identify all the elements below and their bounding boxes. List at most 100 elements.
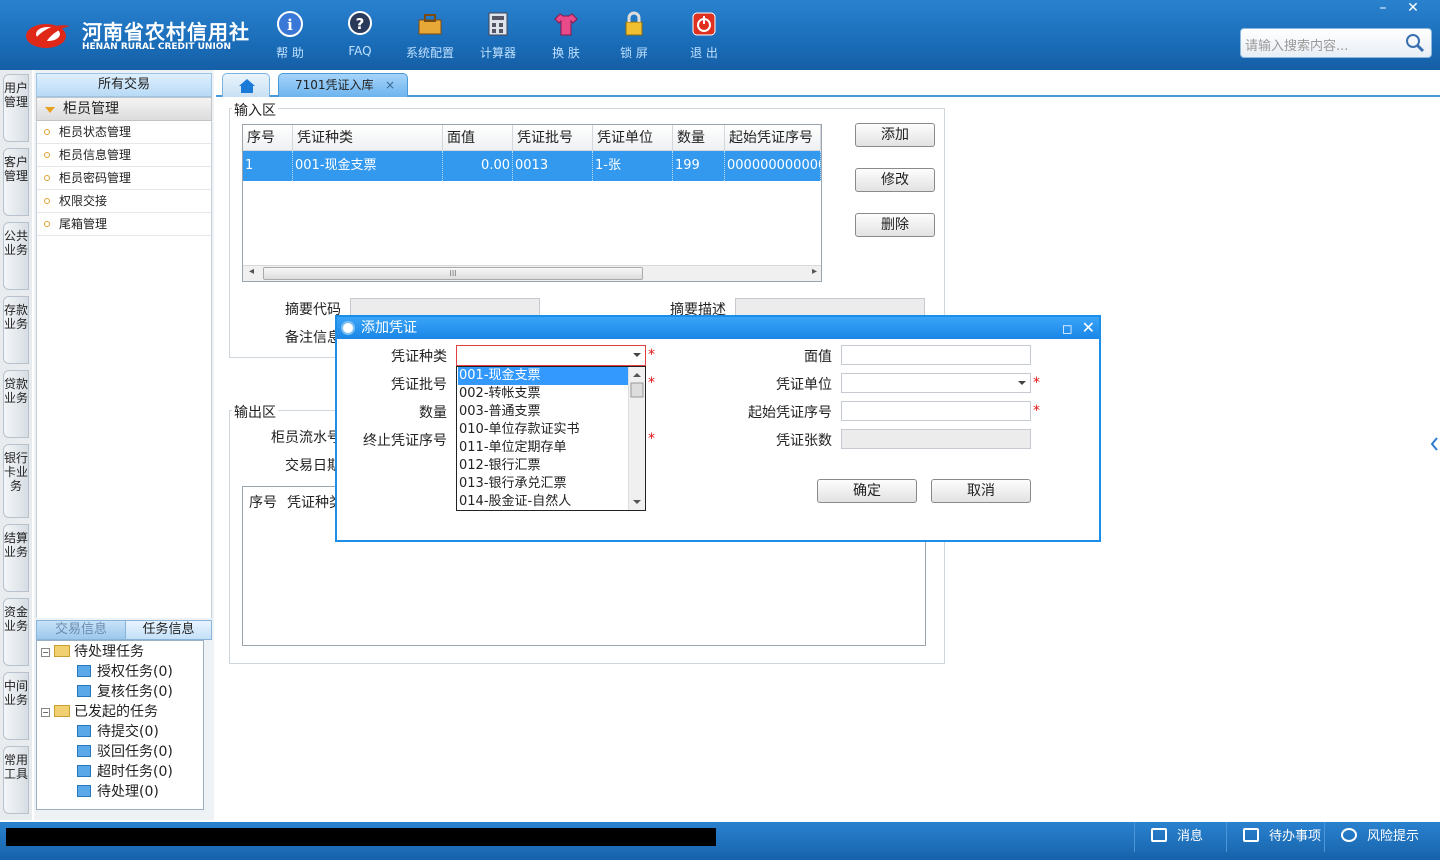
list-item-teller-status[interactable]: 柜员状态管理 [37,121,211,144]
toolbar-config-button[interactable]: 系统配置 [400,6,460,62]
close-window-button[interactable]: ✕ [1400,0,1426,18]
toolbar-lock-button[interactable]: 锁 屏 [604,6,664,62]
vtab-common-tools[interactable]: 常用工具 [3,746,29,814]
dropdown-option[interactable]: 002-转帐支票 [458,385,628,403]
list-item-permission-handover[interactable]: 权限交接 [37,190,211,213]
dialog-title-bar[interactable]: 添加凭证 ◻ ✕ [337,317,1099,339]
tree-node-initiated[interactable]: − 已发起的任务 [41,702,158,722]
voucher-unit-select[interactable] [841,373,1031,393]
tree-label: 超时任务(0) [97,764,173,780]
all-transactions-title: 所有交易 [36,73,212,97]
dropdown-option[interactable]: 011-单位定期存单 [458,439,628,457]
toolbar-faq-button[interactable]: ? FAQ [330,6,390,62]
task-panel-tabs: 交易信息 任务信息 [36,620,212,640]
cell: 001-现金支票 [293,151,443,181]
vtab-card-business[interactable]: 银行卡业务 [3,444,29,518]
expand-triangle-icon [45,107,55,113]
output-area-legend: 输出区 [232,402,278,422]
toolbar-label: 退 出 [690,46,718,60]
task-icon [77,725,91,737]
scroll-thumb[interactable]: III [263,267,643,280]
chevron-down-icon [1018,381,1026,385]
tab-task-info[interactable]: 任务信息 [125,621,211,639]
home-icon [239,79,255,93]
vtab-deposit-business[interactable]: 存款业务 [3,296,29,364]
vtab-fund-business[interactable]: 资金业务 [3,598,29,666]
voucher-type-select[interactable] [456,345,646,366]
toolbar-help-button[interactable]: i 帮 助 [260,6,320,62]
start-serial-field[interactable] [841,401,1031,421]
vtab-public-business[interactable]: 公共业务 [3,222,29,290]
tab-transaction-info[interactable]: 交易信息 [37,621,125,639]
scroll-left-icon[interactable]: ◂ [249,266,254,277]
dialog-app-icon [341,321,355,335]
vtab-loan-business[interactable]: 贷款业务 [3,370,29,438]
cancel-button[interactable]: 取消 [931,479,1031,503]
chevron-down-icon [633,353,641,357]
dropdown-scrollbar[interactable] [628,367,645,510]
list-item-teller-info[interactable]: 柜员信息管理 [37,144,211,167]
tab-voucher-storage[interactable]: 7101凭证入库 × [278,73,408,97]
confirm-button[interactable]: 确定 [817,479,917,503]
risk-alert-button[interactable]: 风险提示 [1324,822,1440,852]
delete-button[interactable]: 删除 [855,213,935,237]
tab-home[interactable] [222,73,270,97]
tree-node-pending[interactable]: − 待处理任务 [41,642,144,662]
dropdown-option[interactable]: 012-银行汇票 [458,457,628,475]
tree-node-to-submit[interactable]: 待提交(0) [77,722,159,742]
shirt-icon [554,13,578,36]
teller-management-group[interactable]: 柜员管理 [36,97,212,121]
tree-node-rejected[interactable]: 驳回任务(0) [77,742,173,762]
collapse-icon[interactable]: − [41,708,50,717]
list-item-tail-box[interactable]: 尾箱管理 [37,213,211,236]
list-item-label: 柜员密码管理 [59,171,132,185]
horizontal-scrollbar[interactable]: ◂ III ▸ [243,265,821,281]
vtab-settlement-business[interactable]: 结算业务 [3,524,29,592]
tree-node-timeout[interactable]: 超时任务(0) [77,762,173,782]
search-box[interactable]: 请输入搜索内容... [1240,28,1432,58]
tree-node-to-process[interactable]: 待处理(0) [77,782,159,802]
column-header: 凭证批号 [513,125,593,151]
table-row[interactable]: 1 001-现金支票 0.00 0013 1-张 199 00000000000… [243,151,821,181]
column-header: 序号 [243,125,293,151]
cell: 1 [243,151,293,181]
todo-button[interactable]: 待办事项 [1226,822,1324,852]
close-dialog-icon[interactable]: ✕ [1082,318,1095,337]
list-item-teller-password[interactable]: 柜员密码管理 [37,167,211,190]
scroll-right-icon[interactable]: ▸ [812,266,817,277]
tree-node-review[interactable]: 复核任务(0) [77,682,173,702]
minimize-button[interactable]: – [1370,0,1396,18]
toolbar-exit-button[interactable]: 退 出 [674,6,734,62]
dropdown-option[interactable]: 001-现金支票 [458,367,628,385]
face-value-field[interactable] [841,345,1031,365]
dialog-title: 添加凭证 [361,320,417,336]
vtab-customer-management[interactable]: 客户管理 [3,148,29,216]
faq-icon: ? [348,11,372,35]
toolbar-label: 换 肤 [552,46,580,60]
required-mark: * [648,347,655,363]
collapse-icon[interactable]: − [41,648,50,657]
close-tab-icon[interactable]: × [385,74,395,96]
summary-code-label: 摘要代码 [285,302,341,318]
dropdown-option[interactable]: 013-银行承兑汇票 [458,475,628,493]
dropdown-option[interactable]: 003-普通支票 [458,403,628,421]
add-button[interactable]: 添加 [855,123,935,147]
cell: 1-张 [593,151,673,181]
edit-button[interactable]: 修改 [855,168,935,192]
toolbar-skin-button[interactable]: 换 肤 [536,6,596,62]
list-item-label: 权限交接 [59,194,108,208]
restore-icon[interactable]: ◻ [1062,322,1073,337]
trade-date-label: 交易日期 [285,458,341,474]
search-icon[interactable] [1405,33,1425,53]
dropdown-option[interactable]: 010-单位存款证实书 [458,421,628,439]
tree-node-auth[interactable]: 授权任务(0) [77,662,173,682]
toolbar-calculator-button[interactable]: 计算器 [468,6,528,62]
vtab-intermediary-business[interactable]: 中间业务 [3,672,29,740]
bullet-icon [44,129,50,135]
cell: 0013 [513,151,593,181]
vtab-user-management[interactable]: 用户管理 [3,74,29,142]
collapse-right-icon[interactable] [1430,436,1438,452]
logo: 河南省农村信用社 HENAN RURAL CREDIT UNION [24,12,249,58]
messages-button[interactable]: 消息 [1134,822,1226,852]
dropdown-option[interactable]: 014-股金证-自然人 [458,493,628,511]
